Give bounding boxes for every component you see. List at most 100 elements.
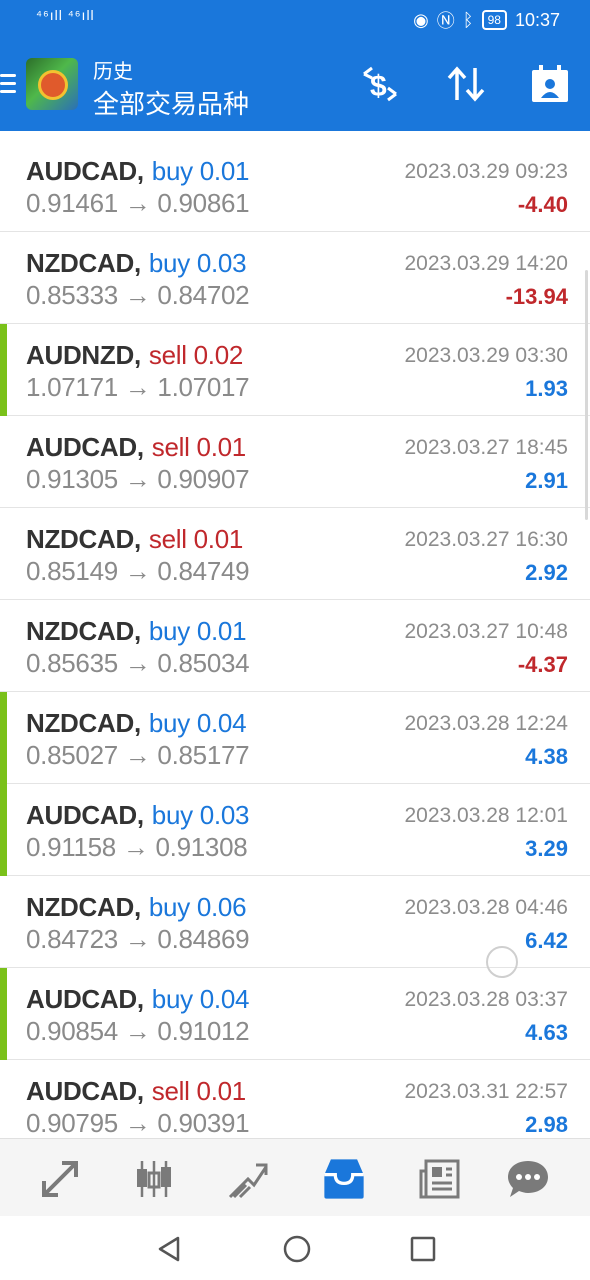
news-tab[interactable] [414,1153,466,1205]
trade-symbol: NZDCAD, buy 0.06 [26,892,247,923]
trade-row[interactable]: NZDCAD, buy 0.01 0.85635 → 0.85034 2023.0… [0,600,590,692]
touch-indicator [486,946,518,978]
symbol-name: NZDCAD, [26,524,141,554]
back-icon[interactable] [154,1234,184,1264]
trade-symbol: NZDCAD, sell 0.01 [26,524,243,555]
trade-symbol: NZDCAD, buy 0.01 [26,616,247,647]
symbol-name: NZDCAD, [26,708,141,738]
trade-time: 2023.03.28 04:46 [404,896,569,919]
trade-side: buy 0.03 [151,800,250,830]
trade-side: sell 0.01 [151,1076,246,1106]
trade-symbol: AUDNZD, sell 0.02 [26,340,243,371]
trade-row[interactable]: NZDCAD, buy 0.03 0.85333 → 0.84702 2023.0… [0,232,590,324]
trade-side: buy 0.04 [151,984,250,1014]
signal-indicators: ⁴⁶ıll ⁴⁶ıll [36,7,95,23]
chart-icon [137,1161,171,1197]
trade-profit: 2.91 [525,468,568,493]
trade-profit: 4.38 [525,744,568,769]
news-icon [419,1159,460,1199]
symbol-name: NZDCAD, [26,248,141,278]
symbol-name: AUDCAD, [26,156,144,186]
status-right: ◉ Ⓝ ᛒ 98 10:37 [413,7,560,33]
trade-side: buy 0.03 [148,248,247,278]
bottom-navigation [0,1138,590,1217]
trade-row[interactable]: AUDCAD, sell 0.01 0.90795 → 0.90391 2023.… [0,1060,590,1138]
recents-icon[interactable] [408,1234,438,1264]
trade-row[interactable]: AUDCAD, sell 0.01 0.91305 → 0.90907 2023.… [0,416,590,508]
trade-time: 2023.03.27 10:48 [404,620,569,643]
page-title: 历史 [93,61,133,83]
trade-profit: 2.98 [525,1112,568,1137]
sort-icon[interactable] [444,62,488,106]
trade-prices: 0.90795 → 0.90391 [26,1108,250,1138]
trade-profit: -4.37 [517,652,568,677]
trade-tab[interactable] [222,1153,274,1205]
trade-prices: 0.84723 → 0.84869 [26,924,250,954]
home-icon[interactable] [282,1234,312,1264]
battery-icon: 98 [481,10,507,30]
trade-time: 2023.03.27 18:45 [404,436,569,459]
symbol-name: AUDCAD, [26,800,144,830]
calendar-icon[interactable] [528,62,572,106]
trade-time: 2023.03.31 22:57 [404,1080,569,1103]
trade-prices: 0.90854 → 0.91012 [26,1016,250,1046]
trade-prices: 0.91461 → 0.90861 [26,188,250,218]
svg-text:$: $ [370,70,387,103]
trade-history-list[interactable]: AUDCAD, buy 0.01 0.91461 → 0.90861 2023.0… [0,140,590,1138]
system-navigation-bar [0,1216,590,1280]
trade-time: 2023.03.27 16:30 [404,528,569,551]
history-tab[interactable] [318,1153,370,1205]
trade-symbol: AUDCAD, buy 0.03 [26,800,249,831]
trade-prices: 0.91158 → 0.91308 [26,832,248,862]
trade-row[interactable]: NZDCAD, sell 0.01 0.85149 → 0.84749 2023.… [0,508,590,600]
chart-tab[interactable] [128,1153,180,1205]
quotes-tab[interactable] [34,1153,86,1205]
trade-profit: 3.29 [525,836,568,861]
trade-time: 2023.03.29 09:23 [404,160,569,183]
trade-time: 2023.03.29 03:30 [404,344,569,367]
trade-side: sell 0.02 [148,340,244,370]
trade-side: sell 0.01 [148,524,244,554]
trade-time: 2023.03.28 12:01 [404,804,569,827]
trade-side: buy 0.01 [148,616,247,646]
trade-time: 2023.03.29 14:20 [404,252,569,275]
top-bar: ⁴⁶ıll ⁴⁶ıll ◉ Ⓝ ᛒ 98 10:37 历史 全部交易品种 $ [0,0,590,131]
trade-profit: 2.92 [525,560,568,585]
trade-time: 2023.03.28 12:24 [404,712,569,735]
trade-profit: 6.42 [525,928,568,953]
eye-icon: ◉ [413,9,429,30]
chat-icon [508,1161,548,1197]
menu-icon[interactable] [0,74,16,96]
trade-side: buy 0.06 [148,892,247,922]
status-bar: ⁴⁶ıll ⁴⁶ıll ◉ Ⓝ ᛒ 98 10:37 [0,0,590,38]
trade-time: 2023.03.28 03:37 [404,988,569,1011]
trade-prices: 0.85635 → 0.85034 [26,648,250,678]
trade-row[interactable]: AUDCAD, buy 0.01 0.91461 → 0.90861 2023.0… [0,140,590,232]
trade-row[interactable]: AUDCAD, buy 0.03 0.91158 → 0.91308 2023.0… [0,784,590,876]
symbol-name: NZDCAD, [26,616,141,646]
symbol-name: NZDCAD, [26,892,141,922]
quotes-icon [42,1161,78,1197]
app-logo [26,58,78,110]
trade-side: sell 0.01 [151,432,246,462]
trade-side: buy 0.01 [151,156,250,186]
trade-row[interactable]: AUDCAD, buy 0.04 0.90854 → 0.91012 2023.0… [0,968,590,1060]
trade-profit: -13.94 [505,284,568,309]
trade-prices: 0.85333 → 0.84702 [26,280,250,310]
trade-symbol: AUDCAD, buy 0.01 [26,156,249,187]
dollar-exchange-icon[interactable]: $ [358,62,402,106]
symbol-filter[interactable]: 全部交易品种 [93,84,249,121]
trade-symbol: NZDCAD, buy 0.03 [26,248,247,279]
trade-row[interactable]: NZDCAD, buy 0.04 0.85027 → 0.85177 2023.0… [0,692,590,784]
symbol-name: AUDCAD, [26,432,144,462]
trade-row[interactable]: AUDNZD, sell 0.02 1.07171 → 1.07017 2023.… [0,324,590,416]
trade-prices: 0.85027 → 0.85177 [26,740,250,770]
nfc-icon: Ⓝ [436,11,455,31]
chat-tab[interactable] [502,1153,554,1205]
trade-profit: 4.63 [525,1020,568,1045]
history-icon [324,1159,364,1199]
scrollbar[interactable] [585,270,588,520]
toolbar: 历史 全部交易品种 $ [0,46,590,126]
trade-symbol: AUDCAD, sell 0.01 [26,432,246,463]
symbol-name: AUDCAD, [26,1076,144,1106]
